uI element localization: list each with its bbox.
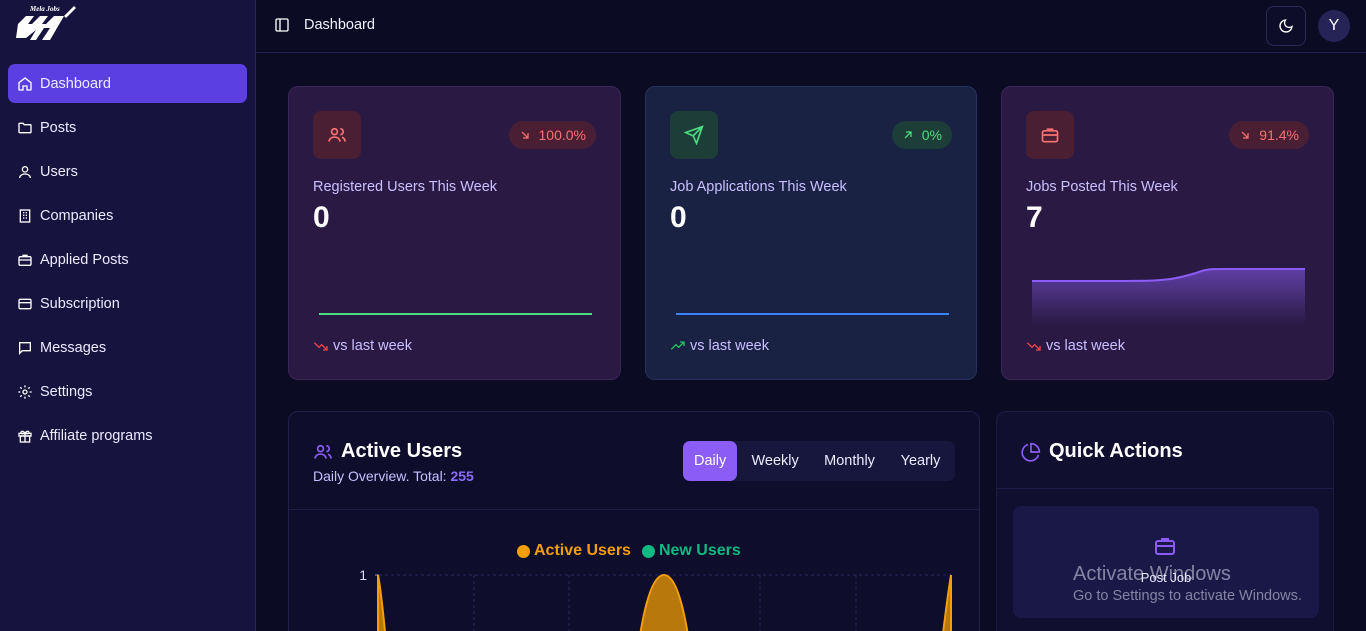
arrow-up-right-icon (904, 131, 912, 139)
change-value: 100.0% (538, 127, 586, 143)
sidebar-item-subscription[interactable]: Subscription (8, 284, 247, 323)
stat-card-registered-users: 100.0% Registered Users This Week 0 vs l… (288, 86, 621, 380)
home-icon (17, 76, 33, 92)
sidebar-item-label: Affiliate programs (40, 427, 153, 444)
stat-value: 7 (1026, 201, 1043, 234)
briefcase-icon (1155, 538, 1175, 555)
footer-text: vs last week (1046, 338, 1125, 354)
panel-title: Quick Actions (1021, 440, 1183, 463)
divider (997, 488, 1333, 489)
change-badge: 0% (891, 121, 952, 149)
users-icon (314, 444, 332, 459)
tab-monthly[interactable]: Monthly (813, 441, 886, 481)
sidebar-item-label: Posts (40, 119, 77, 136)
gift-icon (17, 428, 33, 444)
stat-value: 0 (670, 201, 687, 234)
trend-down-icon (313, 342, 328, 351)
change-value: 91.4% (1259, 127, 1299, 143)
active-users-panel: Active Users Daily Overview. Total: 255 … (288, 411, 980, 631)
sidebar-toggle-icon[interactable] (274, 17, 290, 33)
sidebar: Mela Jobs Dashboard Posts Users Companie… (0, 0, 256, 631)
pie-chart-icon (1021, 442, 1041, 462)
message-icon (17, 340, 33, 356)
watermark-title: Activate Windows (1073, 563, 1231, 585)
sidebar-item-users[interactable]: Users (8, 152, 247, 191)
sparkline-chart (319, 313, 592, 315)
active-users-area (942, 574, 952, 631)
footer-text: vs last week (690, 338, 769, 354)
arrow-down-right-icon (1241, 131, 1249, 139)
trend-down-icon (1026, 342, 1041, 351)
change-badge: 100.0% (508, 121, 596, 149)
top-header: Dashboard Y (256, 0, 1366, 53)
sidebar-item-label: Dashboard (40, 75, 111, 92)
folder-icon (17, 120, 33, 136)
sparkline-chart (1032, 268, 1305, 325)
panel-title-text: Quick Actions (1049, 440, 1183, 462)
subtitle-text: Daily Overview. Total: (313, 468, 447, 484)
gear-icon (17, 384, 33, 400)
watermark-subtitle: Go to Settings to activate Windows. (1073, 588, 1302, 604)
stat-footer: vs last week (1026, 338, 1125, 354)
sidebar-item-label: Applied Posts (40, 251, 129, 268)
panel-title: Active Users (313, 440, 462, 463)
activate-windows-watermark: Activate Windows Go to Settings to activ… (1073, 563, 1302, 604)
change-badge: 91.4% (1229, 121, 1309, 149)
users-icon (313, 111, 361, 159)
active-users-chart: 1 (359, 567, 952, 631)
sidebar-item-label: Users (40, 163, 78, 180)
arrow-down-right-icon (521, 131, 529, 139)
stat-card-job-applications: 0% Job Applications This Week 0 vs last … (645, 86, 977, 380)
user-icon (17, 164, 33, 180)
footer-text: vs last week (333, 338, 412, 354)
avatar[interactable]: Y (1318, 10, 1350, 42)
briefcase-icon (1026, 111, 1074, 159)
building-icon (17, 208, 33, 224)
stat-footer: vs last week (313, 338, 412, 354)
stat-footer: vs last week (670, 338, 769, 354)
sidebar-item-label: Settings (40, 383, 93, 400)
tab-daily[interactable]: Daily (683, 441, 738, 481)
moon-icon (1279, 19, 1293, 33)
stat-label: Registered Users This Week (313, 179, 498, 195)
briefcase-icon (17, 252, 33, 268)
sidebar-item-affiliate-programs[interactable]: Affiliate programs (8, 416, 247, 455)
sidebar-nav: Dashboard Posts Users Companies Applied … (8, 64, 247, 460)
total-value: 255 (450, 468, 474, 484)
theme-toggle-button[interactable] (1266, 6, 1306, 46)
mela-jobs-logo[interactable]: Mela Jobs (14, 2, 78, 44)
sparkline-chart (676, 313, 949, 315)
stat-label: Jobs Posted This Week (1026, 179, 1178, 195)
credit-card-icon (17, 296, 33, 312)
sidebar-item-settings[interactable]: Settings (8, 372, 247, 411)
tab-yearly[interactable]: Yearly (886, 441, 955, 481)
sidebar-item-label: Messages (40, 339, 107, 356)
active-users-area (639, 573, 689, 631)
y-tick-label: 1 (359, 567, 367, 583)
svg-text:Mela Jobs: Mela Jobs (29, 5, 60, 13)
sidebar-item-posts[interactable]: Posts (8, 108, 247, 147)
trend-up-icon (670, 341, 685, 350)
sidebar-item-label: Companies (40, 207, 114, 224)
breadcrumb: Dashboard (304, 17, 375, 33)
panel-title-text: Active Users (341, 440, 463, 462)
sidebar-item-dashboard[interactable]: Dashboard (8, 64, 247, 103)
sidebar-item-label: Subscription (40, 295, 120, 312)
change-value: 0% (921, 127, 942, 143)
panel-subtitle: Daily Overview. Total: 255 (313, 468, 474, 484)
sidebar-item-companies[interactable]: Companies (8, 196, 247, 235)
sidebar-item-messages[interactable]: Messages (8, 328, 247, 367)
active-users-area (377, 574, 386, 631)
tab-weekly[interactable]: Weekly (737, 441, 813, 481)
stat-value: 0 (313, 201, 330, 234)
send-icon (670, 111, 718, 159)
period-tabs: Daily Weekly Monthly Yearly (683, 441, 955, 481)
stat-label: Job Applications This Week (670, 179, 847, 195)
stat-card-jobs-posted: 91.4% Jobs Posted This Week 7 vs last we… (1001, 86, 1334, 380)
sidebar-item-applied-posts[interactable]: Applied Posts (8, 240, 247, 279)
